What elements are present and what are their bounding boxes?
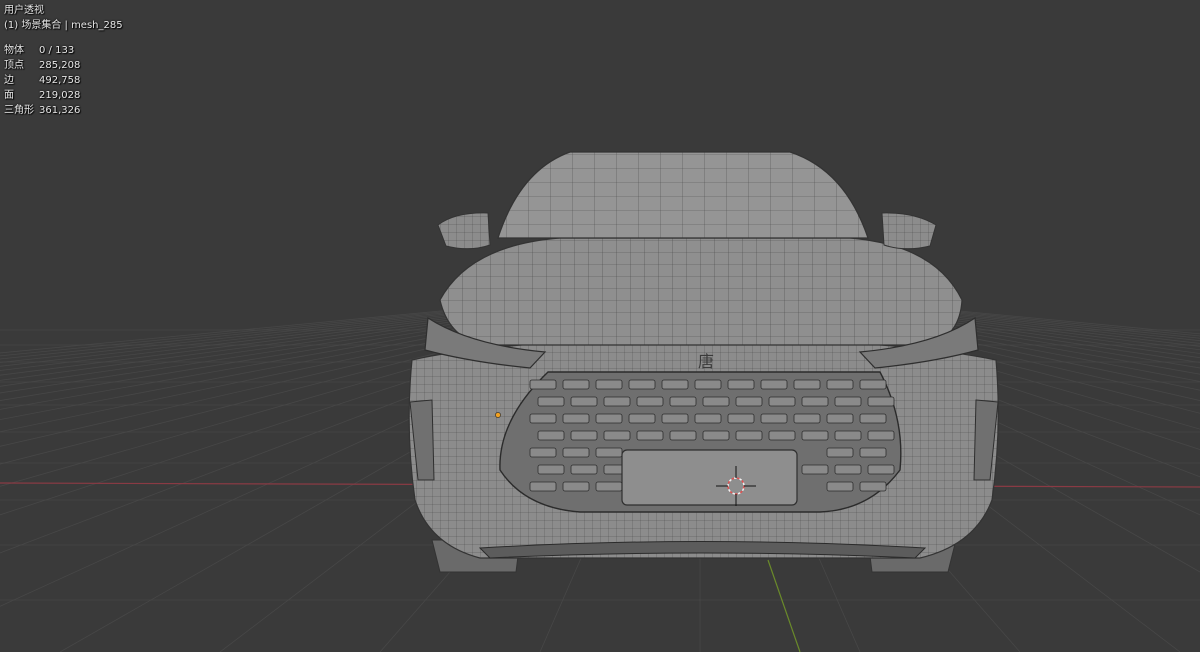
car-mesh[interactable]: 唐: [0, 0, 1200, 652]
object-origin-dot: [495, 412, 501, 418]
stat-faces: 面 219,028: [4, 88, 123, 103]
stat-value: 219,028: [39, 90, 81, 101]
3d-viewport[interactable]: 唐 用户透视 (1) 场景集合 | mesh_285 物体 0 / 133 顶点…: [0, 0, 1200, 652]
stat-label: 边: [4, 75, 14, 86]
view-name: 用户透视: [4, 5, 44, 16]
stat-objects: 物体 0 / 133: [4, 43, 123, 58]
license-plate: [621, 449, 798, 506]
stat-vertices: 顶点 285,208: [4, 58, 123, 73]
scene-statistics: 物体 0 / 133 顶点 285,208 边 492,758 面 219,02…: [4, 43, 123, 118]
hood: [439, 237, 963, 346]
right-mirror: [881, 212, 937, 250]
viewport-info-overlay: 用户透视 (1) 场景集合 | mesh_285 物体 0 / 133 顶点 2…: [4, 3, 123, 118]
stat-label: 面: [4, 90, 14, 101]
stat-value: 0 / 133: [39, 45, 75, 56]
stat-label: 物体: [4, 45, 24, 56]
stat-value: 361,326: [39, 105, 81, 116]
stat-edges: 边 492,758: [4, 73, 123, 88]
stat-value: 492,758: [39, 75, 81, 86]
stat-label: 顶点: [4, 60, 24, 71]
stat-triangles: 三角形 361,326: [4, 103, 123, 118]
windshield-roof: [497, 151, 869, 239]
collection-label: (1) 场景集合 | mesh_285: [4, 20, 123, 31]
left-mirror: [437, 212, 491, 250]
brand-badge: 唐: [698, 352, 714, 371]
stat-label: 三角形: [4, 105, 34, 116]
stat-value: 285,208: [39, 60, 81, 71]
